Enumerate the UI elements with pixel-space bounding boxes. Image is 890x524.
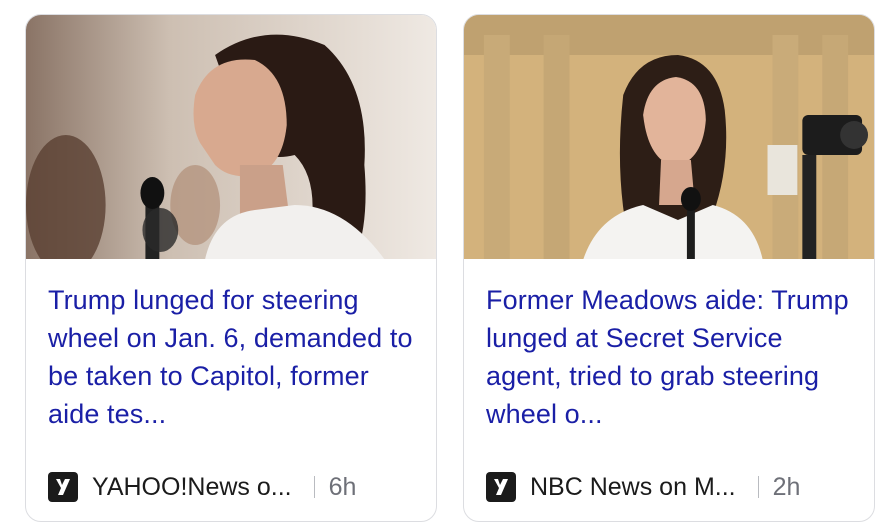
news-card[interactable]: Trump lunged for steering wheel on Jan. …: [25, 14, 437, 522]
card-footer: YAHOO!News o... 6h: [48, 469, 418, 505]
source-name[interactable]: YAHOO!News o...: [92, 473, 292, 502]
news-photo-2: [464, 15, 874, 259]
source-logo-icon: [486, 472, 516, 502]
card-footer: NBC News on M... 2h: [486, 469, 856, 505]
divider: [757, 476, 759, 498]
timestamp: 6h: [328, 472, 357, 501]
news-card[interactable]: Former Meadows aide: Trump lunged at Sec…: [463, 14, 875, 522]
divider: [313, 476, 315, 498]
headline-link[interactable]: Former Meadows aide: Trump lunged at Sec…: [486, 281, 856, 433]
source-logo-icon: [48, 472, 78, 502]
headline-link[interactable]: Trump lunged for steering wheel on Jan. …: [48, 281, 418, 433]
timestamp: 2h: [772, 472, 801, 501]
news-thumbnail[interactable]: [464, 15, 874, 259]
news-photo-1: [26, 15, 436, 259]
news-thumbnail[interactable]: [26, 15, 436, 259]
source-name[interactable]: NBC News on M...: [530, 473, 736, 502]
news-card-row: Trump lunged for steering wheel on Jan. …: [0, 0, 890, 524]
